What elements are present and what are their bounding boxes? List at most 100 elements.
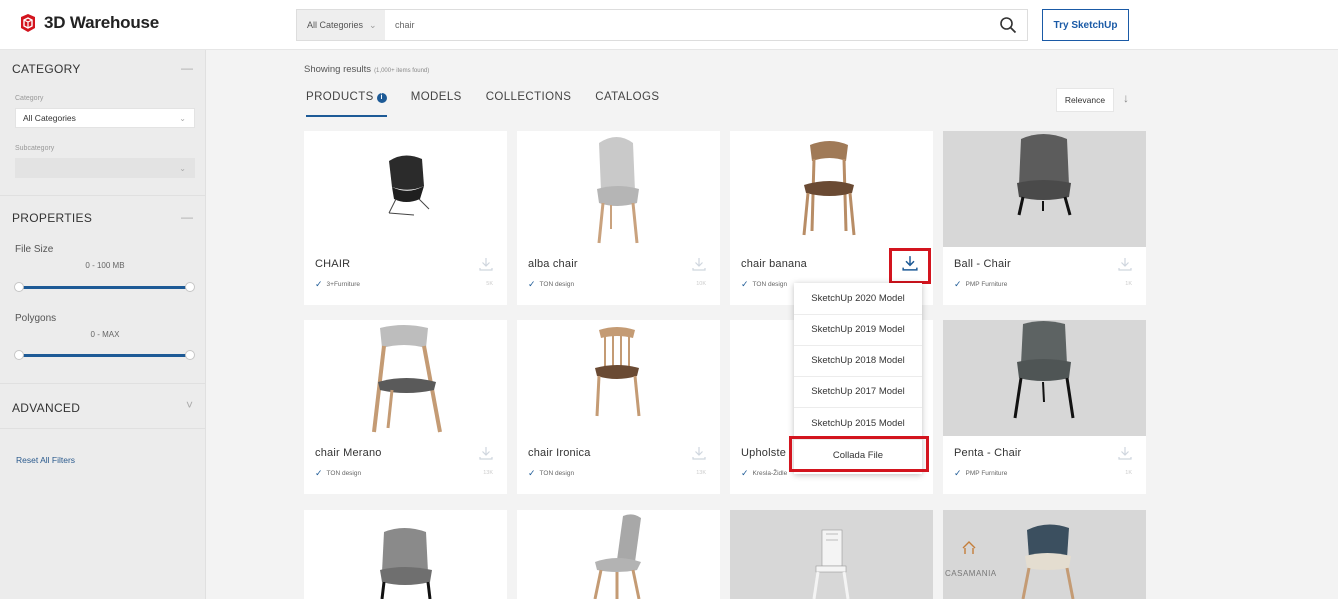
try-sketchup-button[interactable]: Try SketchUp [1042, 9, 1129, 41]
tab-catalogs[interactable]: CATALOGS [595, 91, 659, 117]
product-card[interactable]: Penta - Chair ✓ PMP Furniture 1K [943, 320, 1146, 494]
tab-collections[interactable]: COLLECTIONS [486, 91, 572, 117]
tab-collections-label: COLLECTIONS [485, 91, 572, 103]
advanced-section-title[interactable]: ADVANCED [12, 401, 80, 415]
verified-icon: ✓ [315, 468, 323, 478]
reset-filters-link[interactable]: Reset All Filters [16, 455, 75, 465]
download-count: 13K [696, 470, 706, 476]
product-author[interactable]: ✓ TON design [315, 468, 361, 479]
product-card[interactable] [730, 510, 933, 599]
product-thumbnail[interactable] [943, 131, 1146, 247]
menu-divider [794, 314, 922, 315]
menu-divider [794, 407, 922, 408]
results-count: (1,000+ items found) [374, 68, 430, 74]
collapse-icon[interactable]: — [181, 210, 193, 224]
chair-image [595, 327, 641, 417]
divider [0, 195, 206, 196]
product-author[interactable]: ✓ TON design [741, 279, 787, 290]
product-author[interactable]: ✓ PMP Furniture [954, 468, 1007, 479]
product-card[interactable]: chair Ironica ✓ TON design 13K [517, 320, 720, 494]
product-thumbnail[interactable] [304, 320, 507, 436]
menu-item-sketchup-2015[interactable]: SketchUp 2015 Model [794, 418, 922, 429]
product-card[interactable]: chair Merano ✓ TON design 13K [304, 320, 507, 494]
download-icon[interactable] [479, 446, 493, 460]
chair-image [372, 325, 442, 433]
menu-item-sketchup-2018[interactable]: SketchUp 2018 Model [794, 355, 922, 366]
product-thumbnail[interactable] [517, 510, 720, 599]
file-size-min-handle[interactable] [14, 282, 24, 292]
file-size-max-handle[interactable] [185, 282, 195, 292]
chair-image [1017, 134, 1072, 216]
menu-item-sketchup-2017[interactable]: SketchUp 2017 Model [794, 386, 922, 397]
file-size-label: File Size [15, 244, 54, 255]
product-author[interactable]: ✓ TON design [528, 279, 574, 290]
chair-image [802, 141, 856, 236]
result-tabs: PRODUCTS i MODELS COLLECTIONS CATALOGS [306, 91, 683, 117]
product-title[interactable]: Penta - Chair [954, 447, 1021, 459]
product-author[interactable]: ✓ 3+Furniture [315, 279, 360, 290]
verified-icon: ✓ [315, 279, 323, 289]
category-select-value: All Categories [23, 113, 76, 123]
author-name: TON design [539, 470, 575, 477]
search-input[interactable]: chair [385, 20, 1027, 30]
product-author[interactable]: ✓ PMP Furniture [954, 279, 1007, 290]
product-card[interactable]: CHAIR ✓ 3+Furniture 5K [304, 131, 507, 305]
site-logo[interactable]: 3D Warehouse [18, 13, 159, 33]
collapse-icon[interactable]: — [181, 61, 193, 75]
product-card[interactable]: alba chair ✓ TON design 10K [517, 131, 720, 305]
file-size-slider-track[interactable] [18, 286, 190, 289]
menu-item-sketchup-2020[interactable]: SketchUp 2020 Model [794, 293, 922, 304]
product-title[interactable]: alba chair [528, 258, 578, 270]
product-thumbnail[interactable] [730, 510, 933, 599]
product-title[interactable]: Ball - Chair [954, 258, 1011, 270]
product-card[interactable] [943, 510, 1146, 599]
file-size-range: 0 - 100 MB [85, 261, 125, 270]
product-thumbnail[interactable] [517, 131, 720, 247]
product-title[interactable]: CHAIR [315, 258, 350, 270]
sort-dropdown[interactable]: Relevance [1056, 88, 1114, 112]
product-card[interactable] [517, 510, 720, 599]
product-thumbnail[interactable] [304, 131, 507, 247]
menu-divider [794, 345, 922, 346]
expand-icon[interactable]: ˅ [186, 398, 193, 412]
product-title[interactable]: chair banana [741, 258, 807, 270]
download-icon[interactable] [1118, 257, 1132, 271]
product-title[interactable]: chair Ironica [528, 447, 591, 459]
info-icon[interactable]: i [376, 93, 387, 103]
product-title[interactable]: chair Merano [315, 447, 382, 459]
category-select[interactable]: All Categories ⌄ [15, 108, 195, 128]
polygons-min-handle[interactable] [14, 350, 24, 360]
product-thumbnail[interactable] [304, 510, 507, 599]
search-icon[interactable] [999, 16, 1017, 34]
download-icon[interactable] [692, 257, 706, 271]
product-author[interactable]: ✓ Kresla-Židle [741, 468, 787, 479]
product-author[interactable]: ✓ TON design [528, 468, 574, 479]
results-summary: Showing results (1,000+ items found) [304, 64, 429, 75]
category-dropdown[interactable]: All Categories ⌄ [297, 10, 385, 40]
menu-item-sketchup-2019[interactable]: SketchUp 2019 Model [794, 324, 922, 335]
chair-image [380, 528, 432, 599]
product-title[interactable]: Upholste [741, 447, 786, 459]
download-icon[interactable] [479, 257, 493, 271]
subcategory-select[interactable]: ⌄ [15, 158, 195, 178]
category-section-title[interactable]: CATEGORY [12, 62, 81, 76]
chair-image [812, 529, 850, 599]
subcategory-label: Subcategory [15, 145, 55, 152]
product-thumbnail[interactable] [943, 320, 1146, 436]
tab-models[interactable]: MODELS [411, 91, 462, 117]
product-thumbnail[interactable] [943, 510, 1146, 599]
product-thumbnail[interactable] [730, 131, 933, 247]
author-name: 3+Furniture [326, 281, 360, 288]
download-icon[interactable] [1118, 446, 1132, 460]
product-card[interactable]: Ball - Chair ✓ PMP Furniture 1K [943, 131, 1146, 305]
sort-direction-icon[interactable]: ↓ [1123, 91, 1129, 105]
polygons-slider-track[interactable] [18, 354, 190, 357]
verified-icon: ✓ [954, 279, 962, 289]
tab-products[interactable]: PRODUCTS i [306, 91, 387, 117]
download-icon[interactable] [692, 446, 706, 460]
product-thumbnail[interactable] [517, 320, 720, 436]
product-card[interactable] [304, 510, 507, 599]
polygons-max-handle[interactable] [185, 350, 195, 360]
divider [0, 383, 206, 384]
properties-section-title[interactable]: PROPERTIES [12, 211, 92, 225]
